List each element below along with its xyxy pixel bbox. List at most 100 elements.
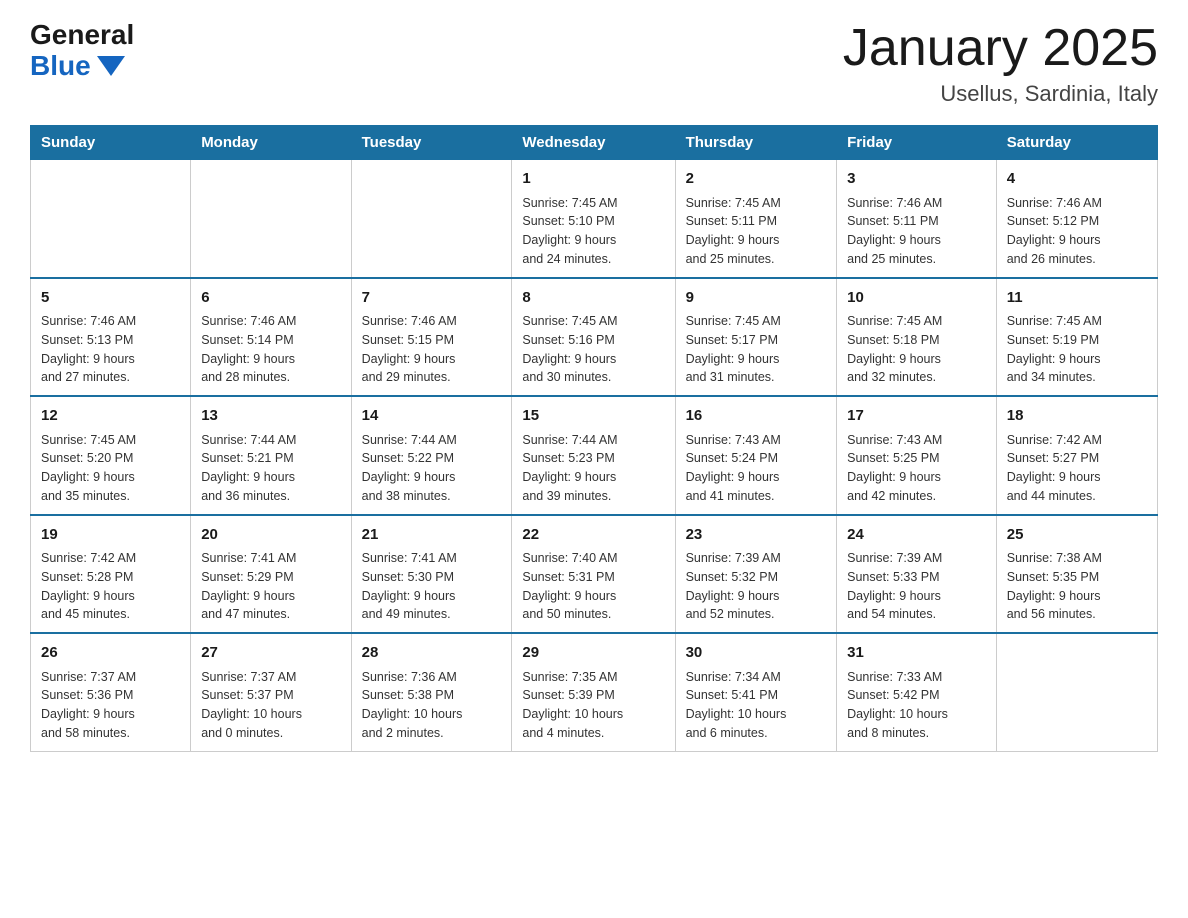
day-info: Sunrise: 7:44 AMSunset: 5:21 PMDaylight:… bbox=[201, 431, 340, 506]
day-number: 17 bbox=[847, 405, 986, 428]
day-number: 31 bbox=[847, 642, 986, 665]
logo-general-text: General bbox=[30, 20, 134, 51]
calendar-table: Sunday Monday Tuesday Wednesday Thursday… bbox=[30, 125, 1158, 752]
table-row: 31 Sunrise: 7:33 AMSunset: 5:42 PMDayligh… bbox=[837, 633, 997, 751]
logo-blue-text: Blue bbox=[30, 51, 125, 82]
table-row: 23Sunrise: 7:39 AMSunset: 5:32 PMDayligh… bbox=[675, 515, 837, 634]
day-info: Sunrise: 7:45 AMSunset: 5:20 PMDaylight:… bbox=[41, 431, 180, 506]
calendar-week-row: 5Sunrise: 7:46 AMSunset: 5:13 PMDaylight… bbox=[31, 278, 1158, 397]
day-number: 2 bbox=[686, 168, 827, 191]
table-row: 20Sunrise: 7:41 AMSunset: 5:29 PMDayligh… bbox=[191, 515, 351, 634]
day-number: 29 bbox=[522, 642, 664, 665]
day-number: 12 bbox=[41, 405, 180, 428]
day-number: 4 bbox=[1007, 168, 1147, 191]
table-row: 25Sunrise: 7:38 AMSunset: 5:35 PMDayligh… bbox=[996, 515, 1157, 634]
table-row: 21Sunrise: 7:41 AMSunset: 5:30 PMDayligh… bbox=[351, 515, 512, 634]
day-info: Sunrise: 7:33 AMSunset: 5:42 PMDaylight:… bbox=[847, 668, 986, 743]
calendar-week-row: 1 Sunrise: 7:45 AMSunset: 5:10 PMDaylight… bbox=[31, 160, 1158, 278]
day-info: Sunrise: 7:45 AMSunset: 5:17 PMDaylight:… bbox=[686, 312, 827, 387]
day-number: 25 bbox=[1007, 524, 1147, 547]
table-row bbox=[351, 160, 512, 278]
day-info: Sunrise: 7:43 AMSunset: 5:24 PMDaylight:… bbox=[686, 431, 827, 506]
day-number: 1 bbox=[522, 168, 664, 191]
day-info: Sunrise: 7:45 AMSunset: 5:10 PMDaylight:… bbox=[522, 194, 664, 269]
logo: General Blue bbox=[30, 20, 134, 82]
day-number: 5 bbox=[41, 287, 180, 310]
day-info: Sunrise: 7:34 AMSunset: 5:41 PMDaylight:… bbox=[686, 668, 827, 743]
day-info: Sunrise: 7:45 AMSunset: 5:19 PMDaylight:… bbox=[1007, 312, 1147, 387]
day-number: 23 bbox=[686, 524, 827, 547]
day-info: Sunrise: 7:45 AMSunset: 5:18 PMDaylight:… bbox=[847, 312, 986, 387]
table-row: 29 Sunrise: 7:35 AMSunset: 5:39 PMDayligh… bbox=[512, 633, 675, 751]
day-number: 28 bbox=[362, 642, 502, 665]
table-row: 18 Sunrise: 7:42 AMSunset: 5:27 PMDayligh… bbox=[996, 396, 1157, 515]
table-row: 17 Sunrise: 7:43 AMSunset: 5:25 PMDayligh… bbox=[837, 396, 997, 515]
day-number: 11 bbox=[1007, 287, 1147, 310]
calendar-week-row: 26Sunrise: 7:37 AMSunset: 5:36 PMDayligh… bbox=[31, 633, 1158, 751]
day-number: 30 bbox=[686, 642, 827, 665]
day-number: 22 bbox=[522, 524, 664, 547]
table-row: 15Sunrise: 7:44 AMSunset: 5:23 PMDayligh… bbox=[512, 396, 675, 515]
day-info: Sunrise: 7:38 AMSunset: 5:35 PMDaylight:… bbox=[1007, 549, 1147, 624]
day-info: Sunrise: 7:43 AMSunset: 5:25 PMDaylight:… bbox=[847, 431, 986, 506]
table-row bbox=[996, 633, 1157, 751]
col-friday: Friday bbox=[837, 126, 997, 160]
day-number: 6 bbox=[201, 287, 340, 310]
col-wednesday: Wednesday bbox=[512, 126, 675, 160]
logo-triangle-icon bbox=[97, 56, 125, 76]
day-number: 14 bbox=[362, 405, 502, 428]
page-header: General Blue January 2025 Usellus, Sardi… bbox=[30, 20, 1158, 107]
day-number: 18 bbox=[1007, 405, 1147, 428]
table-row: 1 Sunrise: 7:45 AMSunset: 5:10 PMDaylight… bbox=[512, 160, 675, 278]
day-info: Sunrise: 7:46 AMSunset: 5:11 PMDaylight:… bbox=[847, 194, 986, 269]
table-row: 27Sunrise: 7:37 AMSunset: 5:37 PMDayligh… bbox=[191, 633, 351, 751]
day-info: Sunrise: 7:35 AMSunset: 5:39 PMDaylight:… bbox=[522, 668, 664, 743]
day-number: 7 bbox=[362, 287, 502, 310]
table-row: 19Sunrise: 7:42 AMSunset: 5:28 PMDayligh… bbox=[31, 515, 191, 634]
day-info: Sunrise: 7:46 AMSunset: 5:15 PMDaylight:… bbox=[362, 312, 502, 387]
table-row bbox=[31, 160, 191, 278]
table-row: 8Sunrise: 7:45 AMSunset: 5:16 PMDaylight… bbox=[512, 278, 675, 397]
calendar-week-row: 19Sunrise: 7:42 AMSunset: 5:28 PMDayligh… bbox=[31, 515, 1158, 634]
table-row: 6Sunrise: 7:46 AMSunset: 5:14 PMDaylight… bbox=[191, 278, 351, 397]
day-number: 21 bbox=[362, 524, 502, 547]
day-info: Sunrise: 7:41 AMSunset: 5:29 PMDaylight:… bbox=[201, 549, 340, 624]
calendar-title: January 2025 bbox=[843, 20, 1158, 77]
table-row: 5Sunrise: 7:46 AMSunset: 5:13 PMDaylight… bbox=[31, 278, 191, 397]
day-number: 26 bbox=[41, 642, 180, 665]
day-number: 10 bbox=[847, 287, 986, 310]
table-row: 7Sunrise: 7:46 AMSunset: 5:15 PMDaylight… bbox=[351, 278, 512, 397]
day-info: Sunrise: 7:39 AMSunset: 5:33 PMDaylight:… bbox=[847, 549, 986, 624]
table-row: 10Sunrise: 7:45 AMSunset: 5:18 PMDayligh… bbox=[837, 278, 997, 397]
table-row: 3 Sunrise: 7:46 AMSunset: 5:11 PMDaylight… bbox=[837, 160, 997, 278]
day-info: Sunrise: 7:40 AMSunset: 5:31 PMDaylight:… bbox=[522, 549, 664, 624]
day-number: 3 bbox=[847, 168, 986, 191]
day-info: Sunrise: 7:44 AMSunset: 5:22 PMDaylight:… bbox=[362, 431, 502, 506]
day-number: 16 bbox=[686, 405, 827, 428]
day-number: 8 bbox=[522, 287, 664, 310]
col-thursday: Thursday bbox=[675, 126, 837, 160]
day-number: 19 bbox=[41, 524, 180, 547]
calendar-subtitle: Usellus, Sardinia, Italy bbox=[843, 81, 1158, 107]
day-info: Sunrise: 7:44 AMSunset: 5:23 PMDaylight:… bbox=[522, 431, 664, 506]
day-info: Sunrise: 7:46 AMSunset: 5:13 PMDaylight:… bbox=[41, 312, 180, 387]
day-info: Sunrise: 7:42 AMSunset: 5:27 PMDaylight:… bbox=[1007, 431, 1147, 506]
table-row: 12 Sunrise: 7:45 AMSunset: 5:20 PMDayligh… bbox=[31, 396, 191, 515]
table-row: 2Sunrise: 7:45 AMSunset: 5:11 PMDaylight… bbox=[675, 160, 837, 278]
table-row: 11Sunrise: 7:45 AMSunset: 5:19 PMDayligh… bbox=[996, 278, 1157, 397]
table-row: 9Sunrise: 7:45 AMSunset: 5:17 PMDaylight… bbox=[675, 278, 837, 397]
table-row bbox=[191, 160, 351, 278]
title-block: January 2025 Usellus, Sardinia, Italy bbox=[843, 20, 1158, 107]
table-row: 24Sunrise: 7:39 AMSunset: 5:33 PMDayligh… bbox=[837, 515, 997, 634]
col-sunday: Sunday bbox=[31, 126, 191, 160]
table-row: 22Sunrise: 7:40 AMSunset: 5:31 PMDayligh… bbox=[512, 515, 675, 634]
calendar-header-row: Sunday Monday Tuesday Wednesday Thursday… bbox=[31, 126, 1158, 160]
day-info: Sunrise: 7:46 AMSunset: 5:14 PMDaylight:… bbox=[201, 312, 340, 387]
calendar-week-row: 12 Sunrise: 7:45 AMSunset: 5:20 PMDayligh… bbox=[31, 396, 1158, 515]
day-info: Sunrise: 7:39 AMSunset: 5:32 PMDaylight:… bbox=[686, 549, 827, 624]
col-monday: Monday bbox=[191, 126, 351, 160]
table-row: 14 Sunrise: 7:44 AMSunset: 5:22 PMDayligh… bbox=[351, 396, 512, 515]
day-number: 20 bbox=[201, 524, 340, 547]
day-number: 13 bbox=[201, 405, 340, 428]
day-info: Sunrise: 7:36 AMSunset: 5:38 PMDaylight:… bbox=[362, 668, 502, 743]
